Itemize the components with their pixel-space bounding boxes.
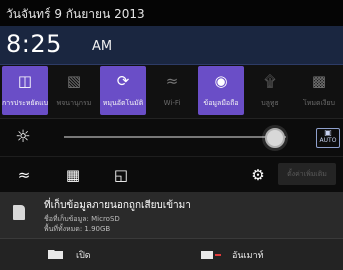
auto-brightness-icon[interactable]: ▣ AUTO [316, 128, 340, 148]
quick-setting-wifi[interactable]: ≈ Wi-Fi [149, 66, 195, 115]
notification-total-space: พื้นที่ทั้งหมด: 1.90GB [44, 225, 111, 233]
more-settings-button[interactable]: ตั้งค่าเพิ่มเติม [278, 163, 336, 185]
wifi-icon: ≈ [165, 72, 179, 90]
quick-setting-label: พจนานุกรม [56, 99, 92, 107]
unmount-button[interactable]: อันเมาท์ [232, 248, 264, 262]
brightness-icon: ☼ [15, 127, 31, 147]
wifi-hotspot-icon[interactable]: ≈ [13, 164, 35, 186]
quick-setting-silent-mode[interactable]: ▩ โหมดเงียบ [296, 66, 342, 115]
date-label: วันจันทร์ 9 กันยายน 2013 [6, 7, 145, 21]
settings-gear-icon[interactable]: ⚙ [247, 164, 269, 186]
sd-card-icon [13, 205, 25, 220]
clock-ampm: AM [92, 39, 113, 54]
quick-setting-label: การประหยัดแบบสมาร์ต [2, 99, 48, 107]
battery-leaf-icon: ◫ [17, 72, 33, 90]
quick-setting-label: หมุนอัตโนมัติ [102, 99, 144, 107]
sim-settings-icon[interactable]: ▦ [62, 164, 84, 186]
quick-setting-dictionary[interactable]: ▧ พจนานุกรม [51, 66, 97, 115]
unmount-icon[interactable] [201, 250, 223, 260]
mobile-data-icon: ◉ [214, 72, 228, 90]
auto-brightness-label: AUTO [319, 137, 337, 144]
quick-setting-bluetooth[interactable]: ۩ บลูทูธ [247, 66, 293, 115]
folder-icon[interactable] [48, 249, 65, 260]
brightness-slider[interactable] [64, 136, 286, 138]
quick-setting-smart-saving[interactable]: ◫ การประหยัดแบบสมาร์ต [2, 66, 48, 115]
quick-setting-label: บลูทูธ [261, 99, 279, 107]
rotate-icon: ⟳ [116, 72, 130, 90]
vibrate-icon: ▩ [311, 72, 327, 90]
open-button[interactable]: เปิด [76, 248, 91, 262]
dictionary-icon: ▧ [66, 72, 82, 90]
brightness-slider-thumb[interactable] [264, 128, 285, 148]
quick-setting-label: ข้อมูลมือถือ [203, 99, 239, 107]
quick-setting-label: โหมดเงียบ [303, 99, 335, 107]
bluetooth-icon: ۩ [264, 72, 276, 90]
quick-setting-auto-rotate[interactable]: ⟳ หมุนอัตโนมัติ [100, 66, 146, 115]
clock-time[interactable]: 8:25 [6, 30, 62, 58]
notification-title: ที่เก็บข้อมูลภายนอกถูกเสียบเข้ามา [44, 200, 191, 211]
screen-mirroring-icon[interactable]: ◱ [110, 164, 132, 186]
quick-setting-label: Wi-Fi [163, 99, 181, 107]
quick-setting-mobile-data[interactable]: ◉ ข้อมูลมือถือ [198, 66, 244, 115]
